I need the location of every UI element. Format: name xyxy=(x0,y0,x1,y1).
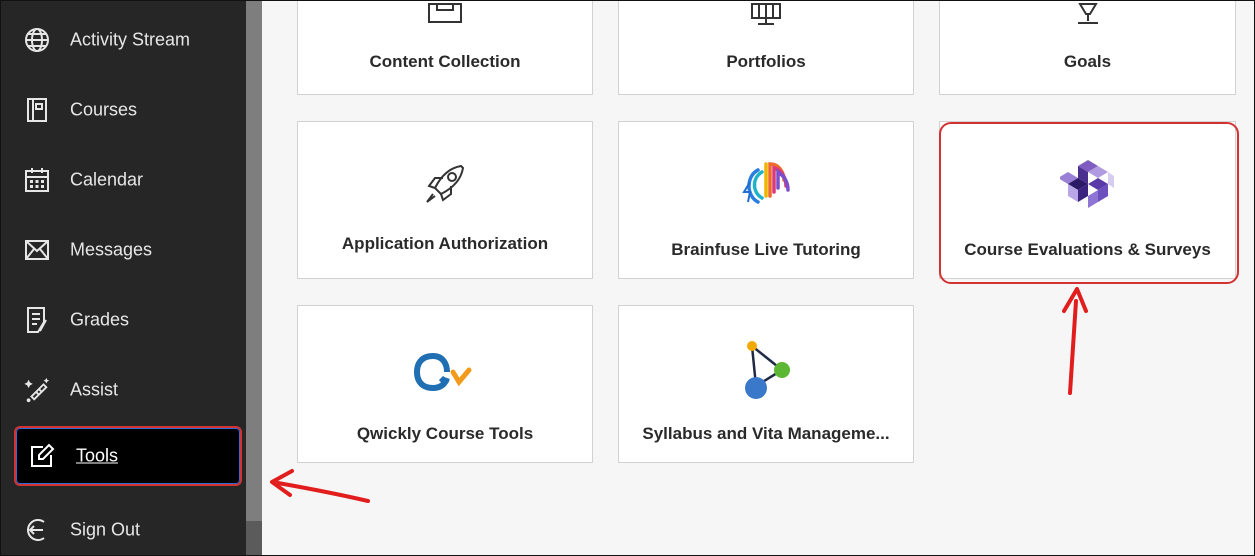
annotation-arrow-up xyxy=(1062,287,1088,395)
globe-icon xyxy=(23,26,51,54)
syllabus-vita-logo-icon xyxy=(734,336,798,407)
goals-icon xyxy=(1066,2,1110,31)
tools-edit-icon xyxy=(28,442,56,470)
envelope-icon xyxy=(23,236,51,264)
tool-tile-course-evaluations-surveys[interactable]: Course Evaluations & Surveys xyxy=(939,121,1236,279)
grades-icon xyxy=(23,306,51,334)
scrollbar-thumb[interactable] xyxy=(246,1,262,521)
tool-tile-application-authorization[interactable]: Application Authorization xyxy=(297,121,593,279)
tool-tile-content-collection[interactable]: Content Collection xyxy=(297,1,593,95)
courses-icon xyxy=(23,96,51,124)
sidebar-item-assist[interactable]: Assist xyxy=(1,360,246,420)
sidebar-item-messages[interactable]: Messages xyxy=(1,220,246,280)
sidebar-item-courses[interactable]: Courses xyxy=(1,80,246,140)
tool-tile-qwickly-course-tools[interactable]: Qwickly Course Tools xyxy=(297,305,593,463)
sidebar-item-label: Calendar xyxy=(70,169,144,190)
sidebar-scrollbar[interactable] xyxy=(246,1,262,555)
sidebar-item-label: Activity Stream xyxy=(70,29,191,50)
brainfuse-logo-icon xyxy=(736,152,796,217)
sign-out-icon xyxy=(23,516,51,544)
sidebar-item-calendar[interactable]: Calendar xyxy=(1,150,246,210)
sidebar-item-activity-stream[interactable]: Activity Stream xyxy=(1,10,246,70)
qwickly-logo-icon xyxy=(413,352,477,397)
tool-tile-syllabus-and-vita-management[interactable]: Syllabus and Vita Manageme... xyxy=(618,305,914,463)
tool-tile-brainfuse-live-tutoring[interactable]: Brainfuse Live Tutoring xyxy=(618,121,914,279)
content-collection-icon xyxy=(423,2,467,31)
assist-icon xyxy=(23,376,51,404)
sidebar-item-label: Courses xyxy=(70,99,138,120)
course-evaluations-logo-icon xyxy=(1057,158,1116,219)
sidebar-item-label: Assist xyxy=(70,379,119,400)
portfolios-icon xyxy=(744,2,788,31)
sidebar-item-label: Grades xyxy=(70,309,130,330)
sidebar-item-label: Tools xyxy=(76,445,119,466)
tool-tile-goals[interactable]: Goals xyxy=(939,1,1236,95)
annotation-arrow-left xyxy=(270,469,370,503)
calendar-icon xyxy=(23,166,51,194)
sidebar: Activity Stream Courses Calendar Message… xyxy=(1,1,246,555)
sidebar-item-label: Messages xyxy=(70,239,153,260)
sidebar-item-tools[interactable]: Tools xyxy=(14,426,242,486)
sidebar-item-sign-out[interactable]: Sign Out xyxy=(1,500,246,555)
app-frame: Activity Stream Courses Calendar Message… xyxy=(0,0,1255,556)
sidebar-item-grades[interactable]: Grades xyxy=(1,290,246,350)
sidebar-item-label: Sign Out xyxy=(70,519,141,540)
tool-tile-portfolios[interactable]: Portfolios xyxy=(618,1,914,95)
rocket-icon xyxy=(421,160,469,213)
